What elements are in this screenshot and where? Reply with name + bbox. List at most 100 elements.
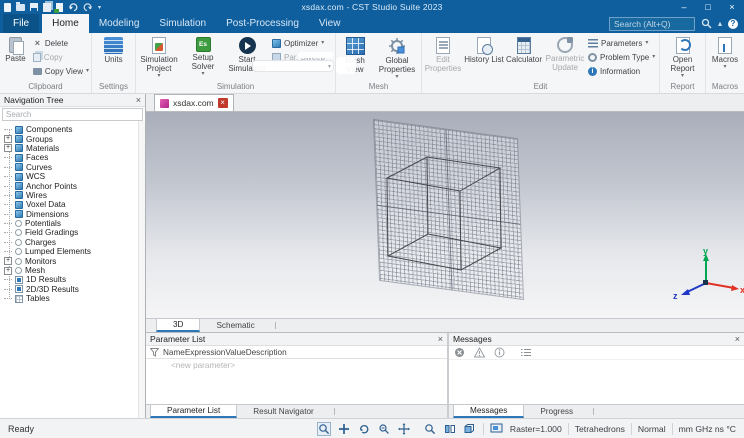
menu-tab[interactable]: Modeling (89, 14, 150, 33)
menu-tab[interactable]: Home (42, 14, 89, 33)
expand-plus-icon[interactable]: + (4, 266, 12, 275)
tree-item[interactable]: + WCS (0, 172, 145, 181)
expand-plus-icon[interactable]: + (4, 257, 12, 266)
menu-tab[interactable]: Post-Processing (216, 14, 309, 33)
open-file-icon[interactable] (16, 1, 25, 11)
close-button[interactable]: × (720, 0, 744, 14)
search-input[interactable] (613, 18, 690, 29)
macro-icon[interactable] (54, 2, 63, 13)
tab-3d[interactable]: 3D (156, 319, 201, 332)
collapse-ribbon-icon[interactable]: ▴ (718, 19, 722, 28)
tree-item[interactable]: + Tables (0, 294, 145, 303)
undo-icon[interactable] (68, 2, 78, 12)
simulation-project-button[interactable]: Simulation Project ▾ (136, 35, 182, 79)
close-panel-icon[interactable]: × (735, 334, 740, 344)
tree-item[interactable]: + Materials (0, 144, 145, 153)
bounding-box-icon[interactable] (463, 422, 477, 436)
document-close-icon[interactable]: × (217, 98, 228, 108)
column-header[interactable]: Description (246, 348, 287, 357)
pan-icon[interactable] (397, 422, 411, 436)
optimizer-button[interactable]: Optimizer ▾ (270, 38, 334, 49)
maximize-button[interactable]: □ (696, 0, 720, 14)
column-header[interactable]: Name (163, 348, 185, 357)
move-icon[interactable] (337, 422, 351, 436)
tree-item[interactable]: + Curves (0, 163, 145, 172)
tree-item[interactable]: + Voxel Data (0, 200, 145, 209)
display-options-icon[interactable] (490, 422, 504, 436)
status-units[interactable]: mm GHz ns °C (679, 424, 736, 434)
parameters-button[interactable]: Parameters ▾ (586, 38, 658, 49)
expand-plus-icon[interactable]: + (4, 135, 12, 144)
document-tab[interactable]: xsdax.com × (154, 94, 234, 111)
status-mesh-cells[interactable]: Tetrahedrons (575, 424, 625, 434)
3d-viewport[interactable]: y x z (146, 112, 744, 318)
setup-solver-button[interactable]: Es Setup Solver ▾ (182, 35, 224, 77)
message-list-icon[interactable] (520, 347, 532, 358)
problem-type-button[interactable]: Problem Type ▾ (586, 52, 658, 63)
search-box[interactable] (608, 16, 695, 31)
tab-messages[interactable]: Messages (453, 405, 525, 418)
fit-view-icon[interactable] (316, 421, 331, 436)
expand-plus-icon[interactable]: + (4, 144, 12, 153)
errors-filter-icon[interactable] (454, 347, 465, 358)
zoom-dynamic-icon[interactable] (377, 422, 391, 436)
menu-tab[interactable]: View (309, 14, 351, 33)
copy-view-button[interactable]: Copy View ▾ (31, 66, 91, 77)
tree-item[interactable]: + Monitors (0, 256, 145, 266)
tree-search-input[interactable] (6, 110, 139, 119)
tree-item[interactable]: + Potentials (0, 219, 145, 228)
new-parameter-row[interactable]: <new parameter> (146, 359, 447, 371)
info-filter-icon[interactable] (494, 347, 505, 358)
tree-item[interactable]: + Charges (0, 238, 145, 247)
new-file-icon[interactable] (4, 2, 11, 12)
tree-item[interactable]: + Lumped Elements (0, 247, 145, 256)
information-button[interactable]: i Information (586, 66, 658, 77)
messages-body[interactable] (449, 359, 744, 404)
tree-scrollbar[interactable] (138, 121, 145, 418)
save-icon[interactable] (30, 3, 38, 11)
tab-progress[interactable]: Progress (524, 405, 589, 418)
tree-item[interactable]: + Components (0, 125, 145, 134)
close-panel-icon[interactable]: × (136, 95, 141, 105)
tree-item[interactable]: + Anchor Points (0, 181, 145, 191)
search-icon[interactable] (701, 18, 712, 29)
tree-item[interactable]: + 2D/3D Results (0, 285, 145, 294)
qat-customize-icon[interactable]: ▾ (98, 4, 101, 11)
redo-icon[interactable] (83, 2, 93, 12)
global-properties-button[interactable]: Global Properties ▾ (374, 35, 420, 80)
parametric-update-button[interactable]: Parametric Update (544, 35, 586, 72)
save-all-icon[interactable] (43, 2, 51, 12)
tree-search-box[interactable] (2, 108, 143, 121)
tree-item[interactable]: + Field Gradings (0, 228, 145, 237)
tree-item[interactable]: + Wires (0, 191, 145, 200)
close-panel-icon[interactable]: × (438, 334, 443, 344)
macros-button[interactable]: Macros ▾ (707, 35, 743, 70)
menu-tab[interactable]: File (3, 14, 40, 33)
copy-button[interactable]: Copy (31, 52, 91, 63)
history-list-button[interactable]: History List (464, 35, 504, 64)
calculator-button[interactable]: Calculator (504, 35, 544, 64)
warnings-filter-icon[interactable] (474, 347, 485, 358)
status-view-mode[interactable]: Normal (638, 424, 666, 434)
tree-item[interactable]: + Groups (0, 134, 145, 144)
open-report-button[interactable]: Open Report ▾ (662, 35, 704, 79)
paste-button[interactable]: Paste (0, 35, 31, 63)
tree-item[interactable]: + Dimensions (0, 210, 145, 219)
tree-item[interactable]: + Faces (0, 153, 145, 162)
edit-properties-button[interactable]: Edit Properties (422, 35, 464, 73)
tree-item[interactable]: + 1D Results (0, 275, 145, 284)
tree-item[interactable]: + Mesh (0, 266, 145, 275)
column-header[interactable]: Expression (185, 348, 226, 357)
tab-parameter-list[interactable]: Parameter List (150, 405, 238, 418)
tab-schematic[interactable]: Schematic (200, 319, 270, 332)
tab-result-navigator[interactable]: Result Navigator (237, 405, 330, 418)
parameter-list-body[interactable] (146, 371, 447, 404)
rotate-icon[interactable] (357, 422, 371, 436)
units-button[interactable]: Units (94, 35, 134, 64)
zoom-window-icon[interactable] (423, 422, 437, 436)
split-view-icon[interactable] (443, 422, 457, 436)
minimize-button[interactable]: – (672, 0, 696, 14)
menu-tab[interactable]: Simulation (149, 14, 216, 33)
column-header[interactable]: Value (225, 348, 245, 357)
help-icon[interactable]: ? (728, 18, 738, 29)
